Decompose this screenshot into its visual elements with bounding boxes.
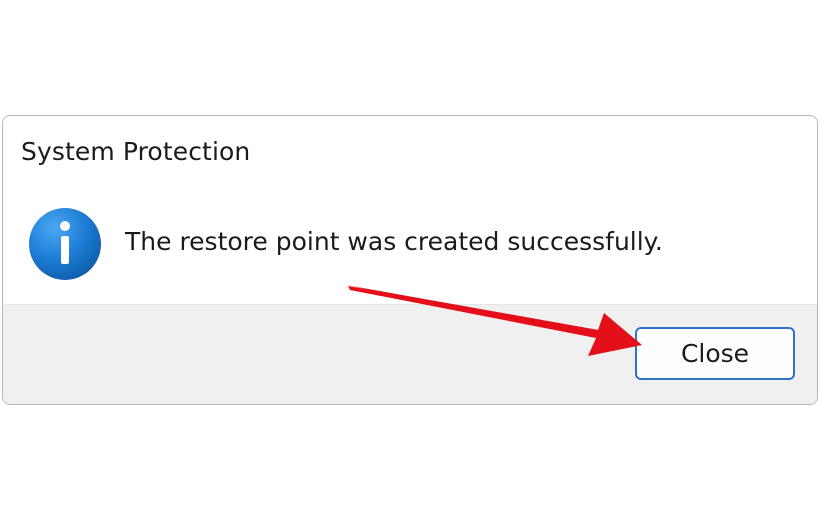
dialog-message: The restore point was created successful… — [125, 227, 663, 256]
screenshot-stage: System Protection The restore point was … — [0, 0, 822, 522]
info-icon — [29, 208, 101, 280]
dialog-title: System Protection — [21, 137, 251, 166]
close-button[interactable]: Close — [635, 327, 795, 380]
system-protection-dialog: System Protection The restore point was … — [2, 115, 818, 405]
